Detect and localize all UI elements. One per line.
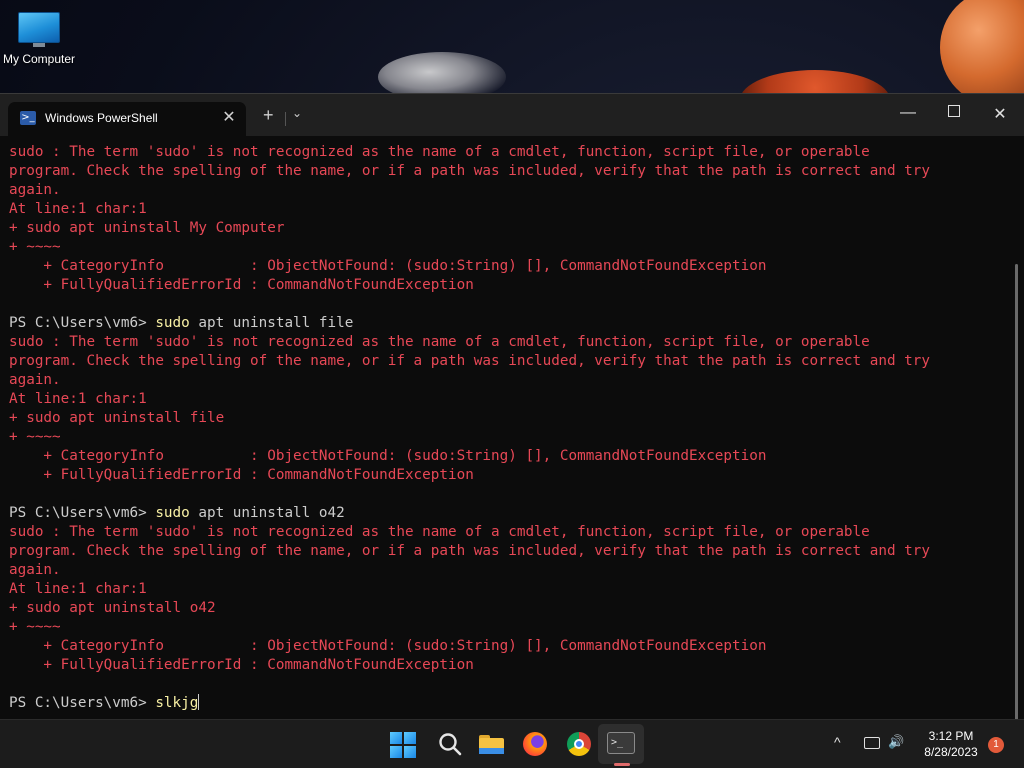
console-line: sudo : The term 'sudo' is not recognized…: [9, 143, 999, 162]
scrollbar[interactable]: [1015, 264, 1018, 768]
error-text: + CategoryInfo : ObjectNotFound: (sudo:S…: [9, 258, 767, 274]
console-line: + CategoryInfo : ObjectNotFound: (sudo:S…: [9, 447, 999, 466]
console-line: PS C:\Users\vm6> slkjg: [9, 694, 999, 713]
active-indicator: [614, 763, 630, 766]
error-text: + ~~~~: [9, 619, 61, 635]
error-text: At line:1 char:1: [9, 201, 147, 217]
error-text: At line:1 char:1: [9, 581, 147, 597]
chevron-up-icon[interactable]: ^: [834, 734, 841, 750]
console-line: + sudo apt uninstall My Computer: [9, 219, 999, 238]
prompt-text: PS C:\Users\vm6>: [9, 505, 156, 521]
command-args: apt uninstall o42: [189, 505, 345, 521]
console-line: again.: [9, 561, 999, 580]
error-text: sudo : The term 'sudo' is not recognized…: [9, 334, 870, 350]
console-line: At line:1 char:1: [9, 580, 999, 599]
error-text: + FullyQualifiedErrorId : CommandNotFoun…: [9, 657, 474, 673]
error-text: + sudo apt uninstall My Computer: [9, 220, 285, 236]
volume-icon[interactable]: 🔊: [888, 734, 904, 750]
console-line: program. Check the spelling of the name,…: [9, 162, 999, 181]
error-text: + sudo apt uninstall o42: [9, 600, 216, 616]
desktop-icon-my-computer[interactable]: My Computer: [0, 8, 78, 66]
console-line: + ~~~~: [9, 238, 999, 257]
clock-date: 8/28/2023: [924, 745, 978, 759]
error-text: + FullyQualifiedErrorId : CommandNotFoun…: [9, 277, 474, 293]
maximize-button[interactable]: [934, 104, 974, 122]
console-line: again.: [9, 181, 999, 200]
windows-logo-icon[interactable]: [390, 732, 416, 758]
console-line: sudo : The term 'sudo' is not recognized…: [9, 333, 999, 352]
error-text: + sudo apt uninstall file: [9, 410, 225, 426]
text-cursor: [198, 694, 200, 710]
error-text: + ~~~~: [9, 239, 61, 255]
computer-icon: [18, 12, 60, 47]
minimize-button[interactable]: —: [888, 104, 928, 122]
error-text: again.: [9, 562, 61, 578]
console-line: + CategoryInfo : ObjectNotFound: (sudo:S…: [9, 637, 999, 656]
console-line: + FullyQualifiedErrorId : CommandNotFoun…: [9, 466, 999, 485]
console-line: again.: [9, 371, 999, 390]
error-text: At line:1 char:1: [9, 391, 147, 407]
console-line: PS C:\Users\vm6> sudo apt uninstall file: [9, 314, 999, 333]
firefox-icon[interactable]: [521, 730, 549, 758]
console-line: + ~~~~: [9, 618, 999, 637]
error-text: program. Check the spelling of the name,…: [9, 353, 930, 369]
chevron-down-icon[interactable]: ⌄: [292, 106, 302, 120]
console-line: At line:1 char:1: [9, 200, 999, 219]
command-name: sudo: [155, 315, 190, 331]
clock[interactable]: 3:12 PM 8/28/2023: [912, 728, 990, 760]
error-text: + CategoryInfo : ObjectNotFound: (sudo:S…: [9, 448, 767, 464]
error-text: + FullyQualifiedErrorId : CommandNotFoun…: [9, 467, 474, 483]
tab-windows-powershell[interactable]: >_ Windows PowerShell ✕: [8, 102, 246, 136]
error-text: program. Check the spelling of the name,…: [9, 543, 930, 559]
error-text: again.: [9, 372, 61, 388]
command-args: apt uninstall file: [189, 315, 354, 331]
tab-title: Windows PowerShell: [45, 111, 158, 125]
error-text: + CategoryInfo : ObjectNotFound: (sudo:S…: [9, 638, 767, 654]
network-icon[interactable]: [864, 737, 880, 749]
console-line: + ~~~~: [9, 428, 999, 447]
error-text: sudo : The term 'sudo' is not recognized…: [9, 144, 870, 160]
error-text: sudo : The term 'sudo' is not recognized…: [9, 524, 870, 540]
terminal-icon[interactable]: >_: [607, 732, 635, 754]
console-line: + FullyQualifiedErrorId : CommandNotFoun…: [9, 656, 999, 675]
new-tab-button[interactable]: +: [263, 105, 274, 126]
console-line: + FullyQualifiedErrorId : CommandNotFoun…: [9, 276, 999, 295]
console-line: program. Check the spelling of the name,…: [9, 352, 999, 371]
command-name: sudo: [155, 505, 190, 521]
taskbar: >_ ^ 🔊 3:12 PM 8/28/2023 1: [0, 719, 1024, 768]
chrome-icon[interactable]: [565, 730, 593, 758]
clock-time: 3:12 PM: [928, 729, 974, 743]
folder-icon[interactable]: [478, 730, 506, 758]
notification-badge[interactable]: 1: [988, 737, 1004, 753]
error-text: + ~~~~: [9, 429, 61, 445]
search-icon[interactable]: [436, 730, 464, 758]
console-line: + sudo apt uninstall file: [9, 409, 999, 428]
console-line: program. Check the spelling of the name,…: [9, 542, 999, 561]
prompt-text: PS C:\Users\vm6>: [9, 695, 156, 711]
console-line: + sudo apt uninstall o42: [9, 599, 999, 618]
console-line: sudo : The term 'sudo' is not recognized…: [9, 523, 999, 542]
maximize-icon: [948, 105, 960, 117]
console-line: At line:1 char:1: [9, 390, 999, 409]
console-line: + CategoryInfo : ObjectNotFound: (sudo:S…: [9, 257, 999, 276]
terminal-window: >_ Windows PowerShell ✕ + ⌄ — ✕ sudo : T…: [0, 93, 1024, 768]
close-button[interactable]: ✕: [980, 104, 1020, 124]
powershell-icon: >_: [20, 111, 36, 125]
title-bar[interactable]: >_ Windows PowerShell ✕ + ⌄ — ✕: [0, 94, 1024, 136]
error-text: again.: [9, 182, 61, 198]
desktop-icon-label: My Computer: [2, 52, 76, 66]
console-line: PS C:\Users\vm6> sudo apt uninstall o42: [9, 504, 999, 523]
console-output[interactable]: sudo : The term 'sudo' is not recognized…: [9, 143, 999, 713]
error-text: program. Check the spelling of the name,…: [9, 163, 930, 179]
prompt-text: PS C:\Users\vm6>: [9, 315, 156, 331]
command-name: slkjg: [155, 695, 199, 711]
wallpaper-orb: [940, 0, 1024, 105]
divider: [285, 112, 286, 126]
tab-close-icon[interactable]: ✕: [220, 107, 238, 127]
